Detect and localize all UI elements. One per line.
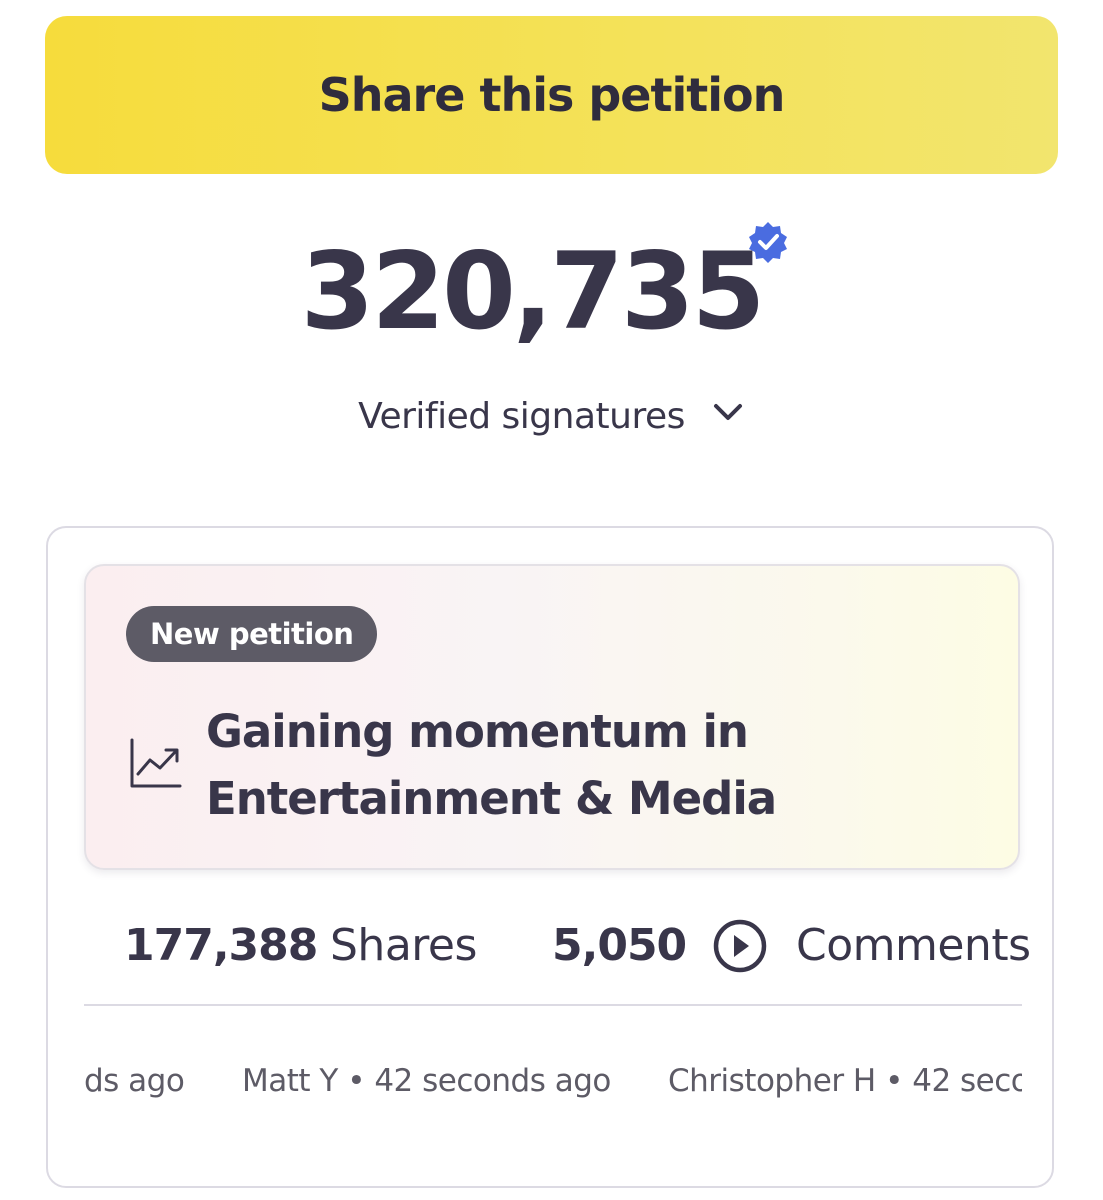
comments-label: Comments bbox=[796, 920, 1031, 971]
new-petition-badge: New petition bbox=[126, 606, 378, 662]
verified-badge-icon bbox=[749, 222, 787, 263]
share-petition-label: Share this petition bbox=[318, 68, 786, 122]
recent-signers-ticker: ds ago Matt Y • 42 seconds ago Christoph… bbox=[84, 1058, 1022, 1108]
petition-page: Share this petition 320,735 Verified sig… bbox=[0, 0, 1103, 1200]
signature-count-area: 320,735 bbox=[0, 222, 1103, 362]
momentum-title-line-1: Gaining momentum in bbox=[206, 705, 749, 758]
verified-signatures-label: Verified signatures bbox=[358, 395, 685, 437]
comments-count: 5,050 bbox=[552, 920, 687, 971]
shares-count: 177,388 bbox=[124, 920, 318, 971]
chevron-down-icon bbox=[713, 404, 742, 420]
divider bbox=[84, 1004, 1022, 1006]
momentum-title: Gaining momentum in Entertainment & Medi… bbox=[206, 698, 986, 832]
play-circle-icon[interactable] bbox=[712, 918, 768, 974]
trending-up-icon bbox=[130, 738, 182, 788]
petition-stats-card: New petition Gaining momentum in Enterta… bbox=[46, 526, 1054, 1188]
verified-signatures-toggle[interactable]: Verified signatures bbox=[0, 388, 1103, 444]
engagement-stats: 177,388 Shares 5,050 Comments bbox=[48, 908, 1052, 982]
recent-signer-item: ds ago bbox=[84, 1063, 185, 1099]
momentum-banner[interactable]: New petition Gaining momentum in Enterta… bbox=[84, 564, 1020, 870]
momentum-title-line-2: Entertainment & Media bbox=[206, 772, 777, 825]
share-petition-button[interactable]: Share this petition bbox=[45, 16, 1058, 174]
signature-count: 320,735 bbox=[300, 230, 766, 353]
shares-label: Shares bbox=[330, 920, 477, 971]
recent-signer-item: Christopher H • 42 seconds ago bbox=[668, 1063, 1022, 1099]
recent-signer-item: Matt Y • 42 seconds ago bbox=[242, 1063, 611, 1099]
